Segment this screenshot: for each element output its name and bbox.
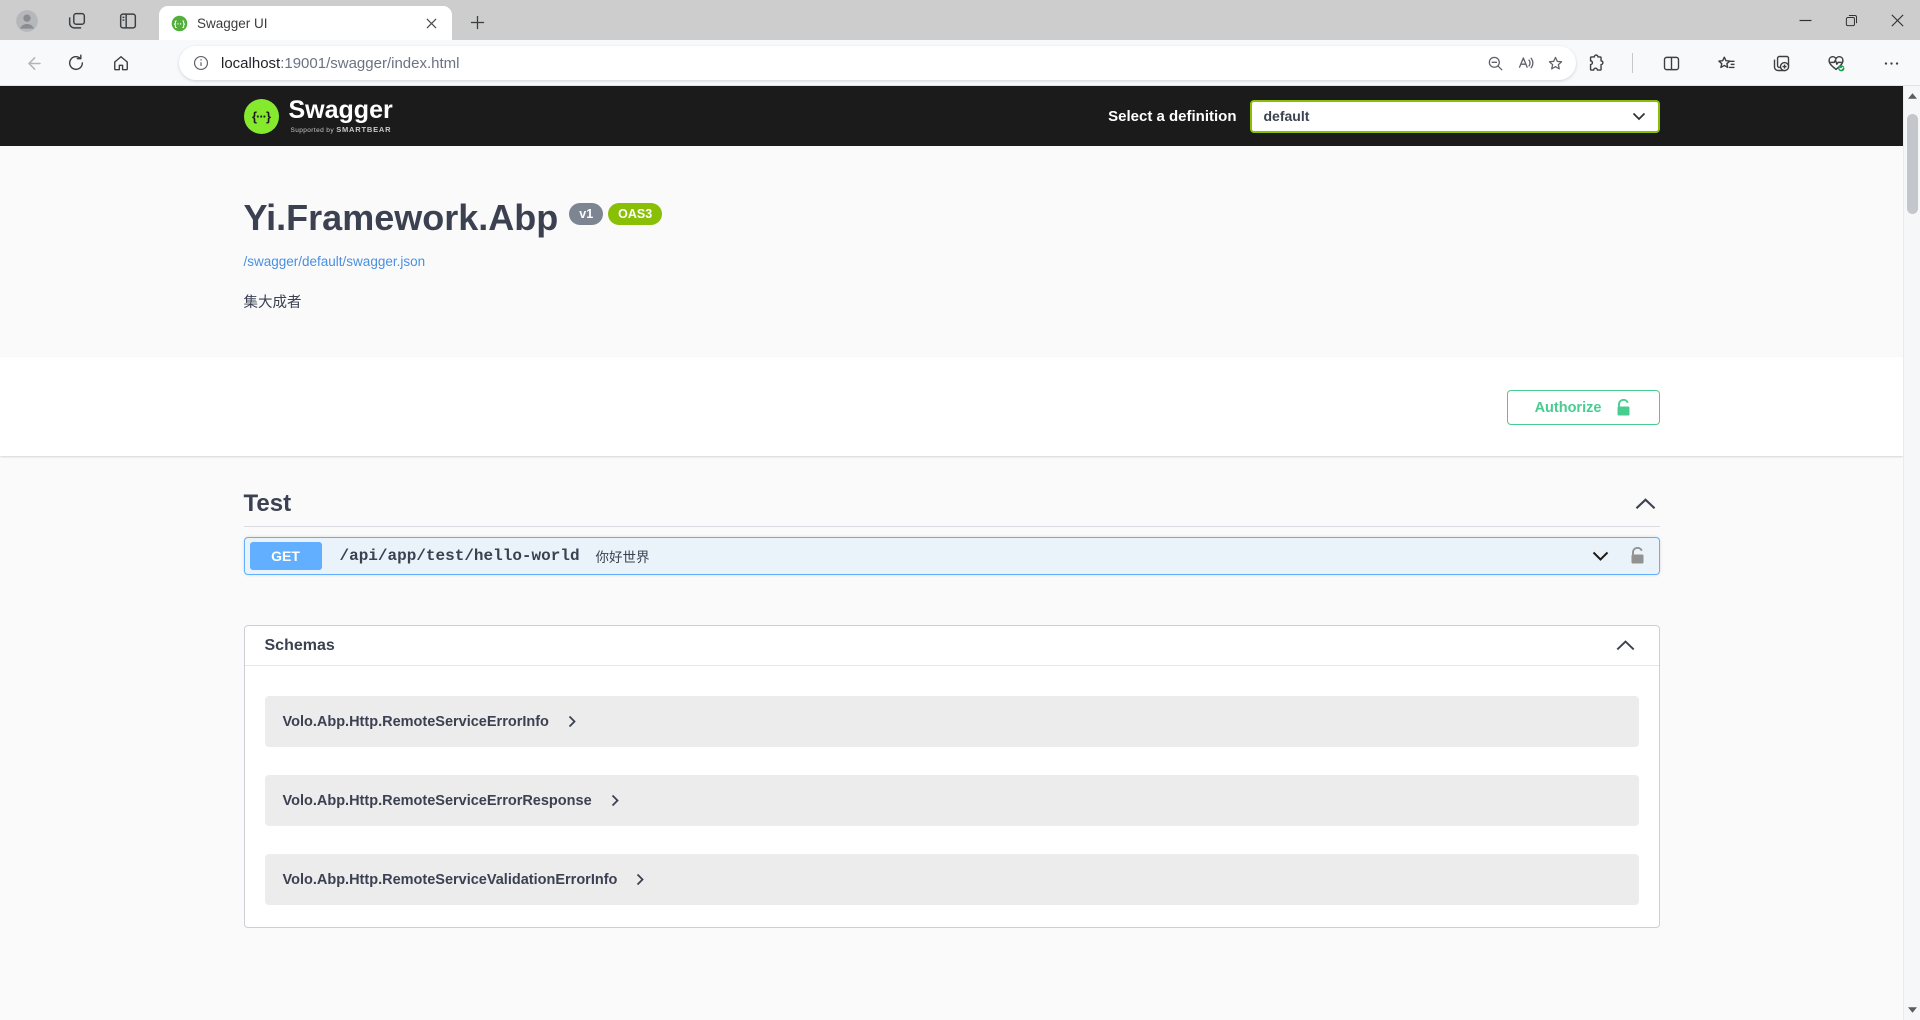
tag-title: Test [244, 490, 292, 518]
definition-select-value: default [1264, 108, 1310, 124]
profile-avatar-icon[interactable] [13, 7, 41, 35]
scheme-container: Authorize [0, 357, 1903, 456]
tag-section-test[interactable]: Test [244, 490, 1660, 527]
model-row-remote-service-validation-error-info[interactable]: Volo.Abp.Http.RemoteServiceValidationErr… [265, 854, 1639, 905]
zoom-out-icon[interactable] [1480, 49, 1510, 77]
scroll-up-icon[interactable] [1904, 88, 1920, 104]
model-row-remote-service-error-info[interactable]: Volo.Abp.Http.RemoteServiceErrorInfo [265, 696, 1639, 747]
favorites-bar-icon[interactable] [1709, 49, 1743, 77]
definition-select[interactable]: default [1250, 100, 1660, 133]
chevron-right-icon [636, 873, 644, 886]
expand-operation-icon[interactable] [1590, 549, 1611, 563]
split-screen-icon[interactable] [1654, 49, 1688, 77]
toolbar-divider [1632, 53, 1633, 73]
back-icon[interactable] [18, 49, 46, 77]
browser-titlebar: {··} Swagger UI [0, 0, 1920, 40]
workspaces-icon[interactable] [63, 7, 91, 35]
model-row-remote-service-error-response[interactable]: Volo.Abp.Http.RemoteServiceErrorResponse [265, 775, 1639, 826]
authorize-button[interactable]: Authorize [1507, 390, 1660, 425]
settings-menu-icon[interactable] [1874, 49, 1908, 77]
swagger-topbar: {···} Swagger Supported by SMARTBEAR Sel… [0, 86, 1903, 146]
operation-get-hello-world[interactable]: GET /api/app/test/hello-world 你好世界 [244, 537, 1660, 575]
select-definition-label: Select a definition [1108, 108, 1236, 125]
svg-text:{··}: {··} [174, 19, 185, 28]
new-tab-icon[interactable] [464, 9, 490, 35]
read-aloud-icon[interactable] [1510, 49, 1540, 77]
minimize-button[interactable] [1782, 0, 1828, 40]
chevron-right-icon [611, 794, 619, 807]
chevron-right-icon [568, 715, 576, 728]
scrollbar-thumb[interactable] [1907, 114, 1918, 214]
tab-actions-icon[interactable] [114, 7, 142, 35]
refresh-icon[interactable] [62, 49, 90, 77]
model-name: Volo.Abp.Http.RemoteServiceValidationErr… [283, 872, 618, 888]
unlocked-padlock-icon [1616, 399, 1631, 417]
url-path: :19001/swagger/index.html [280, 55, 459, 72]
site-info-icon[interactable] [192, 54, 210, 72]
swagger-logo-text: Swagger [289, 98, 393, 123]
method-badge: GET [250, 542, 322, 570]
oas3-badge: OAS3 [608, 203, 662, 225]
vertical-scrollbar[interactable] [1903, 86, 1920, 1020]
schemas-section: Schemas Volo.Abp.Http.RemoteServiceError… [244, 625, 1660, 928]
info-section: Yi.Framework.Abp v1 OAS3 /swagger/defaul… [244, 146, 1660, 357]
swagger-logo[interactable]: {···} Swagger Supported by SMARTBEAR [244, 98, 393, 134]
model-name: Volo.Abp.Http.RemoteServiceErrorInfo [283, 714, 549, 730]
collapse-schemas-icon[interactable] [1612, 636, 1639, 655]
close-window-button[interactable] [1874, 0, 1920, 40]
api-description: 集大成者 [244, 291, 1660, 312]
schemas-header[interactable]: Schemas [245, 626, 1659, 666]
swagger-page: {···} Swagger Supported by SMARTBEAR Sel… [0, 86, 1903, 1020]
chevron-down-icon [1632, 112, 1646, 121]
tab-title: Swagger UI [197, 16, 420, 31]
swagger-logo-icon: {···} [244, 99, 279, 134]
swagger-logo-subtext: Supported by SMARTBEAR [289, 125, 393, 134]
swagger-favicon-icon: {··} [171, 15, 188, 32]
url-text[interactable]: localhost:19001/swagger/index.html [221, 55, 1480, 72]
authorize-label: Authorize [1535, 400, 1602, 416]
extensions-icon[interactable] [1577, 49, 1611, 77]
api-title-text: Yi.Framework.Abp [244, 196, 559, 240]
address-bar[interactable]: localhost:19001/swagger/index.html [179, 46, 1576, 80]
version-badge: v1 [569, 203, 603, 225]
browser-tab[interactable]: {··} Swagger UI [159, 6, 452, 40]
close-tab-icon[interactable] [420, 12, 442, 34]
collections-icon[interactable] [1764, 49, 1798, 77]
operation-path: /api/app/test/hello-world [340, 547, 580, 565]
scroll-down-icon[interactable] [1904, 1002, 1920, 1018]
browser-toolbar: localhost:19001/swagger/index.html [0, 40, 1920, 86]
home-icon[interactable] [107, 49, 135, 77]
restore-button[interactable] [1828, 0, 1874, 40]
page-title: Yi.Framework.Abp v1 OAS3 [244, 196, 1660, 240]
favorite-star-icon[interactable] [1540, 49, 1570, 77]
spec-link[interactable]: /swagger/default/swagger.json [244, 254, 426, 269]
url-host: localhost [221, 55, 280, 72]
model-name: Volo.Abp.Http.RemoteServiceErrorResponse [283, 793, 592, 809]
collapse-test-icon[interactable] [1631, 494, 1660, 514]
operation-summary: 你好世界 [596, 546, 650, 566]
schemas-title: Schemas [265, 637, 335, 655]
browser-essentials-icon[interactable] [1819, 49, 1853, 77]
operation-lock-icon[interactable] [1628, 545, 1647, 567]
